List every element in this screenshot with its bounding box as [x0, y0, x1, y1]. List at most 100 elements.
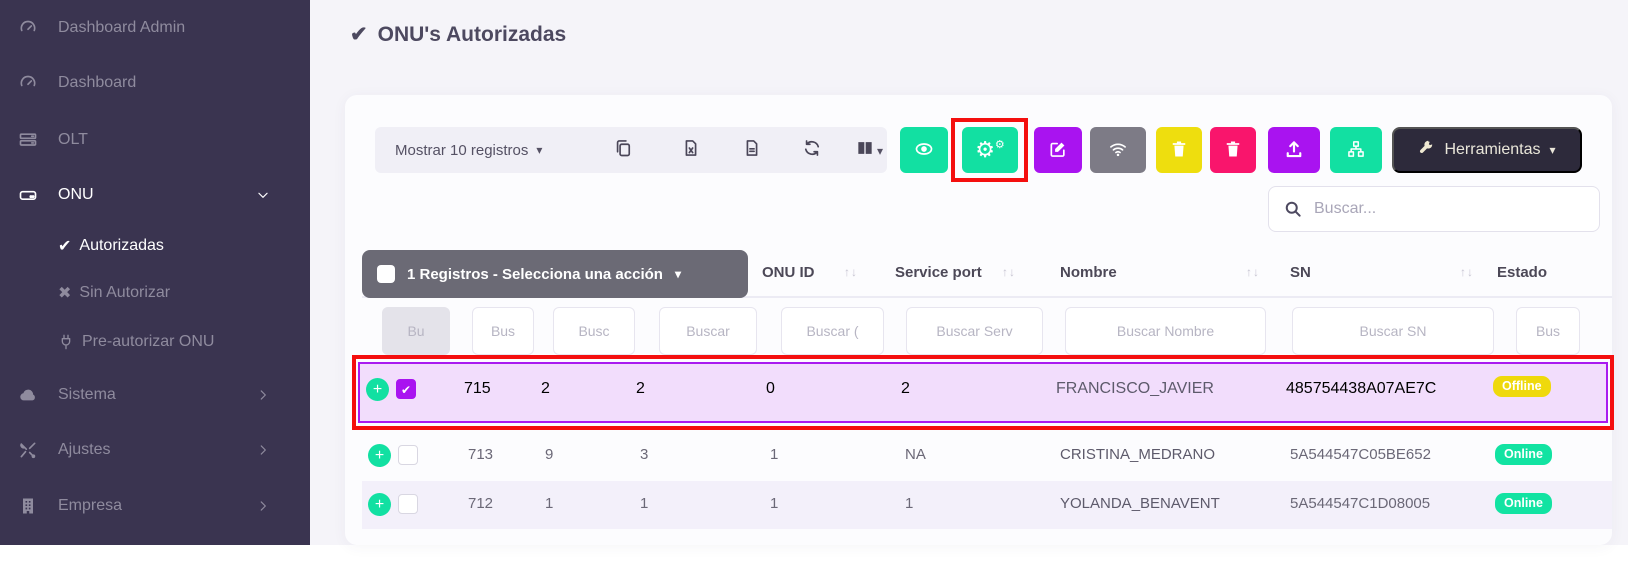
cell-service-port: 2: [901, 380, 910, 398]
filter-input-nombre[interactable]: [1065, 307, 1266, 355]
sitemap-icon: [1346, 139, 1366, 162]
column-header-service-port[interactable]: Service port: [895, 264, 982, 281]
chevron-right-icon: [256, 443, 270, 457]
device-icon: [16, 185, 40, 205]
export-file-button[interactable]: [732, 127, 772, 173]
sidebar-item-autorizadas[interactable]: ✔ Autorizadas: [0, 233, 310, 259]
search-input[interactable]: [1314, 200, 1585, 218]
sort-icon[interactable]: ↑↓: [1002, 265, 1016, 279]
app-window: Dashboard Admin Dashboard OLT ONU ✔ Autor…: [0, 0, 1628, 562]
sidebar-item-dashboard[interactable]: Dashboard: [0, 70, 310, 96]
status-badge: Offline: [1493, 376, 1551, 397]
sidebar-item-pre-autorizar-onu[interactable]: Pre-autorizar ONU: [0, 329, 310, 355]
sidebar-item-ajustes[interactable]: Ajustes: [0, 437, 310, 463]
upload-button[interactable]: [1268, 127, 1320, 173]
bulk-actions-dropdown[interactable]: 1 Registros - Selecciona una acción ▾: [362, 250, 748, 298]
filter-input-col2[interactable]: [472, 307, 534, 355]
excel-icon: [681, 138, 701, 163]
cell-id: 715: [464, 380, 491, 398]
row-checkbox[interactable]: ✔: [396, 379, 416, 399]
filter-input-estado[interactable]: [1516, 307, 1580, 355]
status-badge: Online: [1495, 444, 1552, 465]
cell-id: 713: [468, 446, 493, 463]
cell-onu-id: 1: [770, 495, 778, 512]
sort-icon[interactable]: ↑↓: [844, 265, 858, 279]
x-icon: ✖: [58, 283, 71, 303]
table-row[interactable]: + ✔ 715 2 2 0 2 FRANCISCO_JAVIER 4857544…: [358, 362, 1608, 423]
cell-nombre: CRISTINA_MEDRANO: [1060, 446, 1215, 463]
search-box: [1268, 186, 1600, 232]
delete-button-pink[interactable]: [1210, 127, 1256, 173]
building-icon: [16, 496, 40, 516]
sort-icon[interactable]: ↑↓: [1246, 265, 1260, 279]
filter-input-col3[interactable]: [553, 307, 635, 355]
sidebar-item-dashboard-admin[interactable]: Dashboard Admin: [0, 15, 310, 41]
filter-input-sn[interactable]: [1292, 307, 1494, 355]
table-row[interactable]: + 712 1 1 1 1 YOLANDA_BENAVENT 5A544547C…: [362, 481, 1612, 529]
sidebar-item-empresa[interactable]: Empresa: [0, 493, 310, 519]
wifi-button[interactable]: [1090, 127, 1146, 173]
columns-icon: [855, 138, 875, 163]
gauge-icon: [16, 18, 40, 38]
show-records-dropdown[interactable]: Mostrar 10 registros ▾: [395, 127, 542, 173]
cell-sn: 5A544547C1D08005: [1290, 495, 1430, 512]
export-excel-button[interactable]: [671, 127, 711, 173]
sidebar-item-onu[interactable]: ONU: [0, 182, 310, 208]
sidebar-item-sistema[interactable]: Sistema: [0, 382, 310, 408]
page-title: ✔ ONU's Autorizadas: [350, 22, 566, 47]
row-checkbox[interactable]: [398, 445, 418, 465]
sidebar-item-sin-autorizar[interactable]: ✖Sin Autorizar: [0, 280, 310, 306]
search-icon: [1283, 199, 1303, 219]
check-icon: ✔: [58, 236, 71, 256]
caret-down-icon: ▾: [1550, 143, 1556, 157]
status-badge: Online: [1495, 493, 1552, 514]
expand-row-icon[interactable]: +: [368, 493, 391, 516]
sidebar-item-olt[interactable]: OLT: [0, 127, 310, 153]
edit-button[interactable]: [1034, 127, 1082, 173]
column-header-sn[interactable]: SN: [1290, 264, 1311, 281]
caret-down-icon: ▾: [536, 143, 542, 157]
expand-row-icon[interactable]: +: [366, 378, 389, 401]
wrench-icon: [1418, 139, 1435, 161]
cell-port: 1: [640, 495, 648, 512]
select-all-checkbox[interactable]: [377, 265, 395, 283]
copy-button[interactable]: [603, 127, 643, 173]
sidebar-item-label: ONU: [58, 186, 94, 204]
sort-icon[interactable]: ↑↓: [1460, 265, 1474, 279]
column-header-nombre[interactable]: Nombre: [1060, 264, 1117, 281]
filter-row: [362, 307, 1612, 355]
view-button[interactable]: [900, 127, 948, 173]
chevron-right-icon: [256, 499, 270, 513]
config-button[interactable]: ⚙⚙: [962, 127, 1018, 173]
sidebar-item-label: Empresa: [58, 497, 122, 515]
chevron-right-icon: [256, 388, 270, 402]
column-header-estado[interactable]: Estado: [1497, 264, 1547, 281]
filter-input-col4[interactable]: [659, 307, 757, 355]
cell-onu-id: 0: [766, 380, 775, 398]
expand-row-icon[interactable]: +: [368, 444, 391, 467]
filter-input-service-port[interactable]: [906, 307, 1043, 355]
trash-icon: [1169, 139, 1189, 162]
table-row[interactable]: + 713 9 3 1 NA CRISTINA_MEDRANO 5A544547…: [362, 432, 1612, 480]
cell-board: 2: [541, 380, 550, 398]
sidebar-item-label: Autorizadas: [79, 237, 164, 255]
cell-id: 712: [468, 495, 493, 512]
annotation-box-selected-row: + ✔ 715 2 2 0 2 FRANCISCO_JAVIER 4857544…: [352, 355, 1614, 430]
refresh-button[interactable]: [792, 127, 832, 173]
refresh-icon: [802, 138, 822, 163]
delete-button-yellow[interactable]: [1156, 127, 1202, 173]
row-checkbox[interactable]: [398, 494, 418, 514]
table-header-row: ↓ ONU ID ↑↓ Service port ↑↓ Nombre ↑↓ SN…: [362, 250, 1612, 298]
cell-board: 9: [545, 446, 553, 463]
sidebar-item-label: Pre-autorizar ONU: [82, 333, 214, 351]
file-icon: [742, 138, 762, 163]
network-button[interactable]: [1330, 127, 1382, 173]
chevron-down-icon: [256, 188, 270, 202]
trash-icon: [1223, 139, 1243, 162]
tools-icon: [16, 440, 40, 460]
selected-count: 1 Registros: [407, 266, 489, 283]
herramientas-dropdown[interactable]: Herramientas ▾: [1392, 127, 1582, 173]
column-header-onu-id[interactable]: ONU ID: [762, 264, 815, 281]
gears-icon: ⚙⚙: [975, 137, 1005, 163]
filter-input-onu-id[interactable]: [781, 307, 884, 355]
